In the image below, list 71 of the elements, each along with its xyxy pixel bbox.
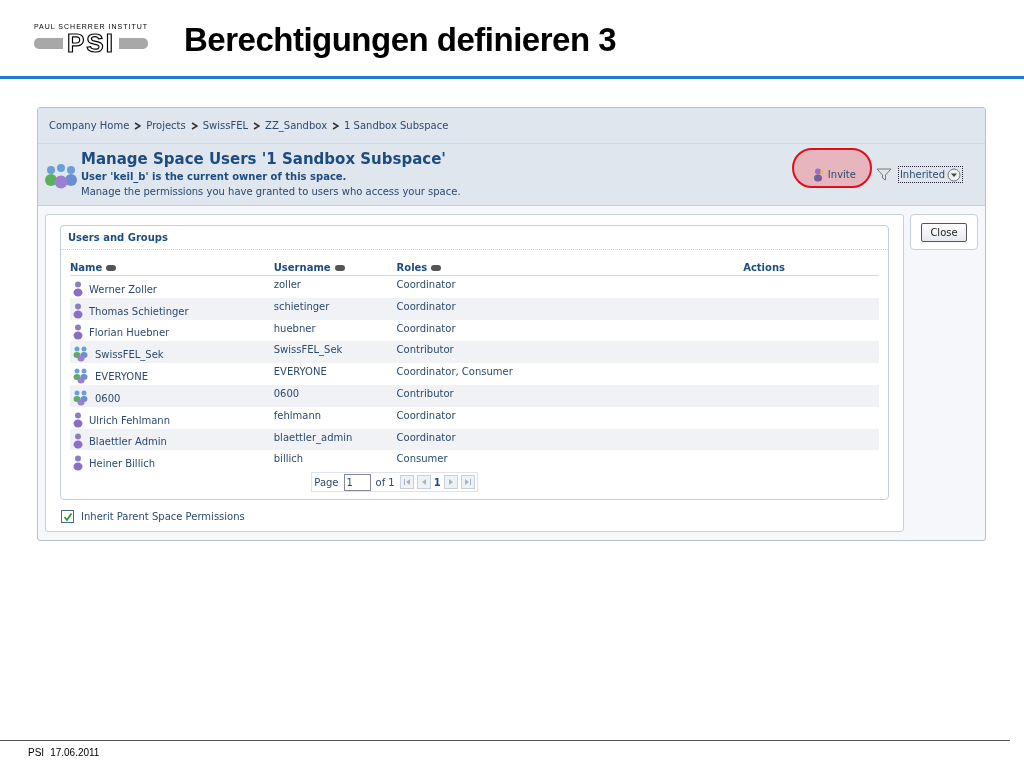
breadcrumb-link[interactable]: Company Home	[49, 118, 130, 133]
username-cell: blaettler_admin	[273, 431, 353, 443]
page-title: Manage Space Users '1 Sandbox Subspace'	[81, 150, 447, 169]
column-header[interactable]: Roles	[396, 262, 442, 273]
roles-cell: Coordinator	[396, 300, 456, 312]
username-cell: schietinger	[273, 300, 330, 312]
name-cell-text: Blaettler Admin	[89, 435, 167, 450]
username-cell: zoller	[273, 279, 301, 290]
page-input[interactable]: 1	[343, 473, 371, 491]
inherit-checkbox[interactable]	[61, 510, 74, 523]
group-icon	[73, 368, 89, 384]
owner-text: User 'keil_b' is the current owner of this space.	[81, 169, 348, 184]
username-cell: EVERYONE	[273, 366, 327, 378]
roles-cell: Coordinator	[396, 322, 456, 334]
name-cell-text: 0600	[95, 391, 121, 406]
user-plus-icon	[813, 167, 824, 182]
sort-icon[interactable]	[431, 265, 442, 271]
page-count: of 1	[375, 475, 395, 490]
roles-cell: Contributor	[396, 388, 454, 399]
name-cell-text: Florian Huebner	[89, 326, 170, 341]
roles-cell: Coordinator	[396, 409, 456, 421]
username-cell: fehlmann	[273, 409, 322, 421]
roles-cell: Coordinator	[396, 279, 456, 290]
close-button[interactable]: Close	[921, 222, 967, 242]
breadcrumb-link[interactable]: ZZ_Sandbox	[265, 118, 328, 133]
footer-text: 17.06.2011	[50, 746, 100, 760]
description-text: Manage the permissions you have granted to users who access your space.	[81, 184, 461, 199]
current-page[interactable]: 1	[433, 474, 441, 490]
roles-cell: Coordinator	[396, 431, 456, 443]
column-header[interactable]: Name	[70, 262, 117, 273]
user-icon	[73, 280, 83, 297]
roles-cell: Contributor	[396, 344, 454, 356]
username-cell: huebner	[273, 322, 316, 334]
inherit-label: Inherit Parent Space Permissions	[81, 510, 245, 524]
name-cell-text: EVERYONE	[95, 370, 149, 384]
invite-button[interactable]: Invite	[813, 167, 856, 182]
filter-dropdown[interactable]: Inherited	[897, 166, 963, 183]
user-icon	[73, 433, 83, 450]
group-icon	[73, 389, 89, 406]
column-header[interactable]: Actions	[743, 262, 785, 273]
name-cell-text: Ulrich Fehlmann	[89, 413, 171, 428]
chevron-icon	[332, 121, 340, 130]
slide-title: Berechtigungen definieren 3	[184, 20, 617, 61]
name-cell-text: Thomas Schietinger	[89, 304, 189, 319]
chevron-icon	[253, 121, 261, 130]
name-cell-text: Werner Zoller	[89, 282, 157, 297]
username-cell: billich	[273, 453, 304, 465]
name-cell-text: SwissFEL_Sek	[95, 348, 164, 363]
column-header[interactable]: Username	[273, 262, 345, 273]
chevron-icon	[134, 121, 142, 130]
user-icon	[73, 455, 83, 472]
name-cell-text: Heiner Billich	[89, 457, 156, 472]
breadcrumb-link[interactable]: Projects	[146, 118, 186, 133]
breadcrumb-link[interactable]: SwissFEL	[202, 118, 249, 133]
sort-icon[interactable]	[106, 265, 117, 271]
filter-icon	[875, 168, 892, 181]
user-icon	[73, 324, 83, 341]
user-icon	[73, 411, 83, 428]
panel-title: Users and Groups	[68, 231, 168, 245]
logo-text: PSI	[63, 30, 119, 56]
page-label: Page	[314, 475, 339, 490]
username-cell: SwissFEL_Sek	[273, 344, 343, 356]
sort-icon[interactable]	[334, 265, 345, 271]
group-icon	[73, 346, 89, 363]
roles-cell: Consumer	[396, 453, 448, 465]
chevron-icon	[190, 121, 198, 130]
username-cell: 0600	[273, 388, 300, 399]
user-icon	[73, 302, 83, 319]
roles-cell: Coordinator, Consumer	[396, 366, 513, 378]
breadcrumb-link[interactable]: 1 Sandbox Subspace	[344, 118, 449, 133]
footer-text: PSI	[28, 746, 45, 760]
